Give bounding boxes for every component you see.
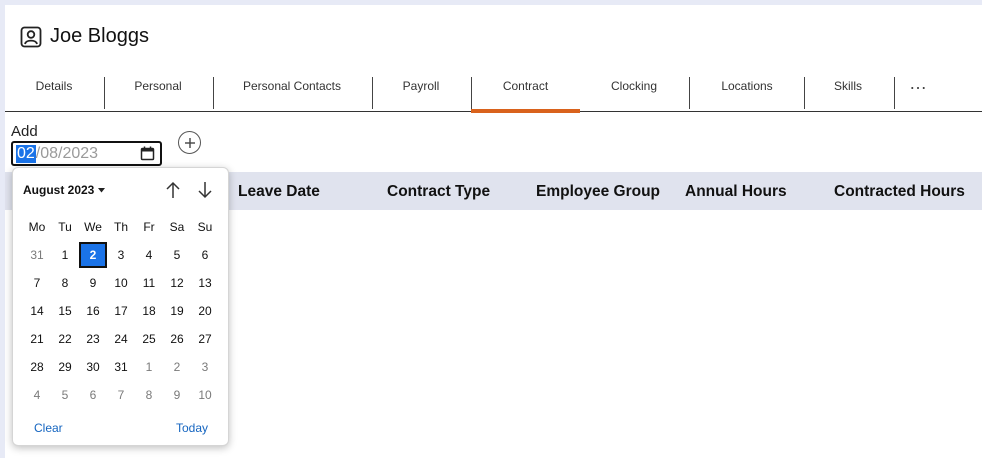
calendar-day[interactable]: 19 [163, 298, 191, 324]
calendar-day[interactable]: 10 [191, 382, 219, 408]
column-employee-group[interactable]: Employee Group [536, 183, 660, 201]
calendar-icon[interactable] [140, 146, 155, 166]
calendar-day[interactable]: 7 [107, 382, 135, 408]
calendar-day[interactable]: 17 [107, 298, 135, 324]
tab-divider [213, 77, 214, 109]
calendar-day[interactable]: 8 [51, 270, 79, 296]
calendar-day[interactable]: 10 [107, 270, 135, 296]
employee-name: Joe Bloggs [50, 25, 149, 47]
calendar-day[interactable]: 1 [51, 242, 79, 268]
arrow-up-icon [166, 181, 180, 198]
tab-details[interactable]: Details [15, 69, 93, 112]
add-contract-button[interactable] [178, 131, 201, 154]
calendar-day[interactable]: 3 [107, 242, 135, 268]
calendar-day[interactable]: 9 [163, 382, 191, 408]
tab-clocking[interactable]: Clocking [591, 69, 677, 112]
column-annual-hours[interactable]: Annual Hours [685, 183, 787, 201]
calendar-day[interactable]: 28 [23, 354, 51, 380]
calendar-day[interactable]: 9 [79, 270, 107, 296]
calendar-day[interactable]: 4 [23, 382, 51, 408]
month-year-label: August 2023 [23, 183, 95, 197]
weekday-label: Su [197, 220, 213, 234]
calendar-day[interactable]: 8 [135, 382, 163, 408]
calendar-day[interactable]: 30 [79, 354, 107, 380]
today-button[interactable]: Today [176, 421, 208, 435]
column-contract-type[interactable]: Contract Type [387, 183, 490, 201]
tab-bar: Details Personal Personal Contacts Payro… [5, 69, 982, 113]
tab-divider [689, 77, 690, 109]
user-portrait-icon [20, 26, 42, 48]
weekday-label: Mo [28, 220, 46, 234]
caret-down-icon [98, 187, 106, 192]
start-date-input[interactable]: 02/08/2023 [11, 141, 162, 166]
tab-label: Locations [721, 79, 773, 93]
tab-personal[interactable]: Personal [117, 69, 199, 112]
tab-divider [104, 77, 105, 109]
weekday-label: We [84, 220, 102, 234]
date-picker-popup: August 2023 Mo Tu We Th Fr Sa Su 31 1 2 3 4 5 6 7 8 9 10… [12, 167, 229, 446]
column-leave-date[interactable]: Leave Date [238, 183, 320, 201]
weekday-label: Th [113, 220, 128, 234]
tab-label: Payroll [402, 79, 440, 93]
tab-divider [372, 77, 373, 109]
calendar-day[interactable]: 16 [79, 298, 107, 324]
calendar-day[interactable]: 5 [163, 242, 191, 268]
calendar-day[interactable]: 29 [51, 354, 79, 380]
tab-label: Contract [502, 79, 549, 93]
calendar-day[interactable]: 4 [135, 242, 163, 268]
calendar-day[interactable]: 11 [135, 270, 163, 296]
page-title: Joe Bloggs [20, 25, 149, 48]
calendar-day[interactable]: 25 [135, 326, 163, 352]
tab-label: Clocking [610, 79, 658, 93]
calendar-day[interactable]: 13 [191, 270, 219, 296]
weekday-label: Tu [58, 220, 72, 234]
calendar-day[interactable]: 31 [23, 242, 51, 268]
tab-label: Details [35, 79, 73, 93]
column-contracted-hours[interactable]: Contracted Hours [834, 183, 965, 201]
tab-contract[interactable]: Contract [471, 69, 580, 113]
plus-icon [184, 137, 195, 148]
calendar-day[interactable]: 7 [23, 270, 51, 296]
month-year-selector[interactable]: August 2023 [23, 183, 106, 197]
calendar-day[interactable]: 27 [191, 326, 219, 352]
calendar-day[interactable]: 12 [163, 270, 191, 296]
tab-locations[interactable]: Locations [699, 69, 795, 112]
calendar-day[interactable]: 31 [107, 354, 135, 380]
calendar-day[interactable]: 20 [191, 298, 219, 324]
calendar-day[interactable]: 1 [135, 354, 163, 380]
employee-panel: Joe Bloggs Details Personal Personal Con… [5, 5, 982, 458]
calendar-day[interactable]: 15 [51, 298, 79, 324]
calendar-day[interactable]: 22 [51, 326, 79, 352]
clear-date-button[interactable]: Clear [34, 421, 63, 435]
previous-month-button[interactable] [163, 179, 183, 201]
tab-label: Personal Contacts [242, 79, 342, 93]
tab-payroll[interactable]: Payroll [383, 69, 459, 112]
calendar-day[interactable]: 24 [107, 326, 135, 352]
calendar-day[interactable]: 14 [23, 298, 51, 324]
calendar-day[interactable]: 2 [163, 354, 191, 380]
calendar-day[interactable]: 3 [191, 354, 219, 380]
calendar-day[interactable]: 6 [79, 382, 107, 408]
calendar-day[interactable]: 23 [79, 326, 107, 352]
more-tabs-button[interactable]: … [909, 73, 929, 94]
tab-skills[interactable]: Skills [811, 69, 885, 112]
date-rest-segment[interactable]: /08/2023 [36, 145, 98, 163]
calendar-day[interactable]: 18 [135, 298, 163, 324]
tab-personal-contacts[interactable]: Personal Contacts [227, 69, 357, 112]
calendar-day-selected[interactable]: 2 [79, 242, 107, 268]
tab-label: Skills [833, 79, 862, 93]
tab-label: Personal [134, 79, 182, 93]
calendar-day[interactable]: 6 [191, 242, 219, 268]
calendar-day[interactable]: 21 [23, 326, 51, 352]
calendar-day[interactable]: 26 [163, 326, 191, 352]
tab-divider [894, 77, 895, 109]
weekday-label: Sa [169, 220, 185, 234]
date-day-segment[interactable]: 02 [16, 144, 36, 163]
arrow-down-icon [198, 182, 212, 199]
tab-divider [804, 77, 805, 109]
add-label: Add [11, 123, 38, 140]
calendar-day[interactable]: 5 [51, 382, 79, 408]
next-month-button[interactable] [195, 179, 215, 201]
weekday-label: Fr [143, 220, 155, 234]
